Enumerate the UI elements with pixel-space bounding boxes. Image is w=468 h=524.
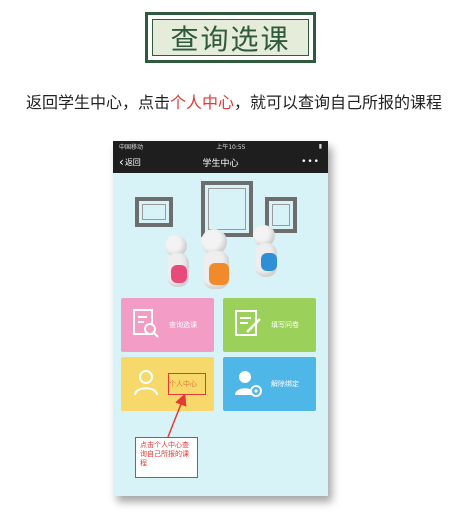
instruction-prefix: 返回学生中心，点击	[25, 93, 170, 112]
annotation-note: 点击个人中心查询自己所报的课程	[135, 437, 198, 478]
instruction-suffix: ，就可以查询自己所报的课程	[234, 93, 443, 112]
section-title-box: 查询选课	[145, 12, 316, 63]
instruction-text: 返回学生中心，点击个人中心，就可以查询自己所报的课程	[0, 89, 468, 113]
instruction-highlight: 个人中心	[169, 93, 234, 112]
phone-screenshot: 中国移动 上午10:55 ▮ ‹ 返回 学生中心 ••• 查询选课 填写问卷 个…	[113, 141, 328, 496]
section-title: 查询选课	[152, 19, 309, 56]
